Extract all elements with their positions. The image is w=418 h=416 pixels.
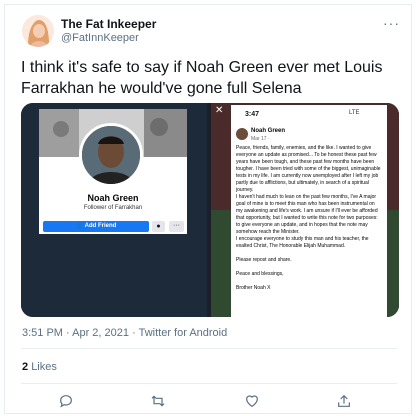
phone-screenshot: 3:47 LTE Noah Green Mar 17 · Peace, frie… [231,105,387,317]
post-avatar [236,128,248,140]
reply-icon[interactable] [57,392,75,410]
profile-photo [79,123,143,187]
retweet-icon[interactable] [149,392,167,410]
post-body: Peace, friends, family, enemies, and the… [236,145,381,291]
share-icon[interactable] [335,392,353,410]
tweet-timestamp[interactable]: 3:51 PM · Apr 2, 2021 · Twitter for Andr… [22,327,227,339]
messenger-icon: ● [152,221,165,232]
tweet-media[interactable]: Noah Green Follower of Farrakhan 👤 Add F… [21,103,399,317]
tweet-card: The Fat Inkeeper @FatInnKeeper ··· I thi… [4,4,412,414]
add-friend-icon: 👤 [75,223,84,229]
profile-name: Noah Green [87,193,139,203]
more-horizontal-icon[interactable]: ··· [383,15,400,31]
close-icon: ✕ [215,105,224,116]
display-name[interactable]: The Fat Inkeeper [61,17,156,31]
more-icon: ··· [169,221,184,232]
post-author: Noah Green [251,128,286,134]
likes-number: 2 [22,361,29,373]
likes-count[interactable]: 2 Likes [22,361,57,373]
profile-subtitle: Follower of Farrakhan [83,205,143,211]
user-handle[interactable]: @FatInnKeeper [61,32,139,44]
avatar-image [22,15,54,47]
add-friend-button: 👤 Add Friend [43,221,149,232]
phone-status: LTE [349,110,360,116]
media-image-profile[interactable]: Noah Green Follower of Farrakhan 👤 Add F… [21,103,207,317]
avatar[interactable] [22,15,54,47]
heart-icon[interactable] [243,392,261,410]
likes-label: Likes [31,361,57,373]
post-date: Mar 17 · [251,136,270,142]
phone-time: 3:47 [245,111,260,118]
divider [21,348,397,349]
facebook-profile-card: Noah Green Follower of Farrakhan 👤 Add F… [39,109,187,234]
tweet-text: I think it's safe to say if Noah Green e… [21,59,383,97]
media-image-post[interactable]: 3:47 LTE Noah Green Mar 17 · Peace, frie… [211,103,399,317]
add-friend-label: Add Friend [84,223,117,229]
divider [21,383,397,384]
